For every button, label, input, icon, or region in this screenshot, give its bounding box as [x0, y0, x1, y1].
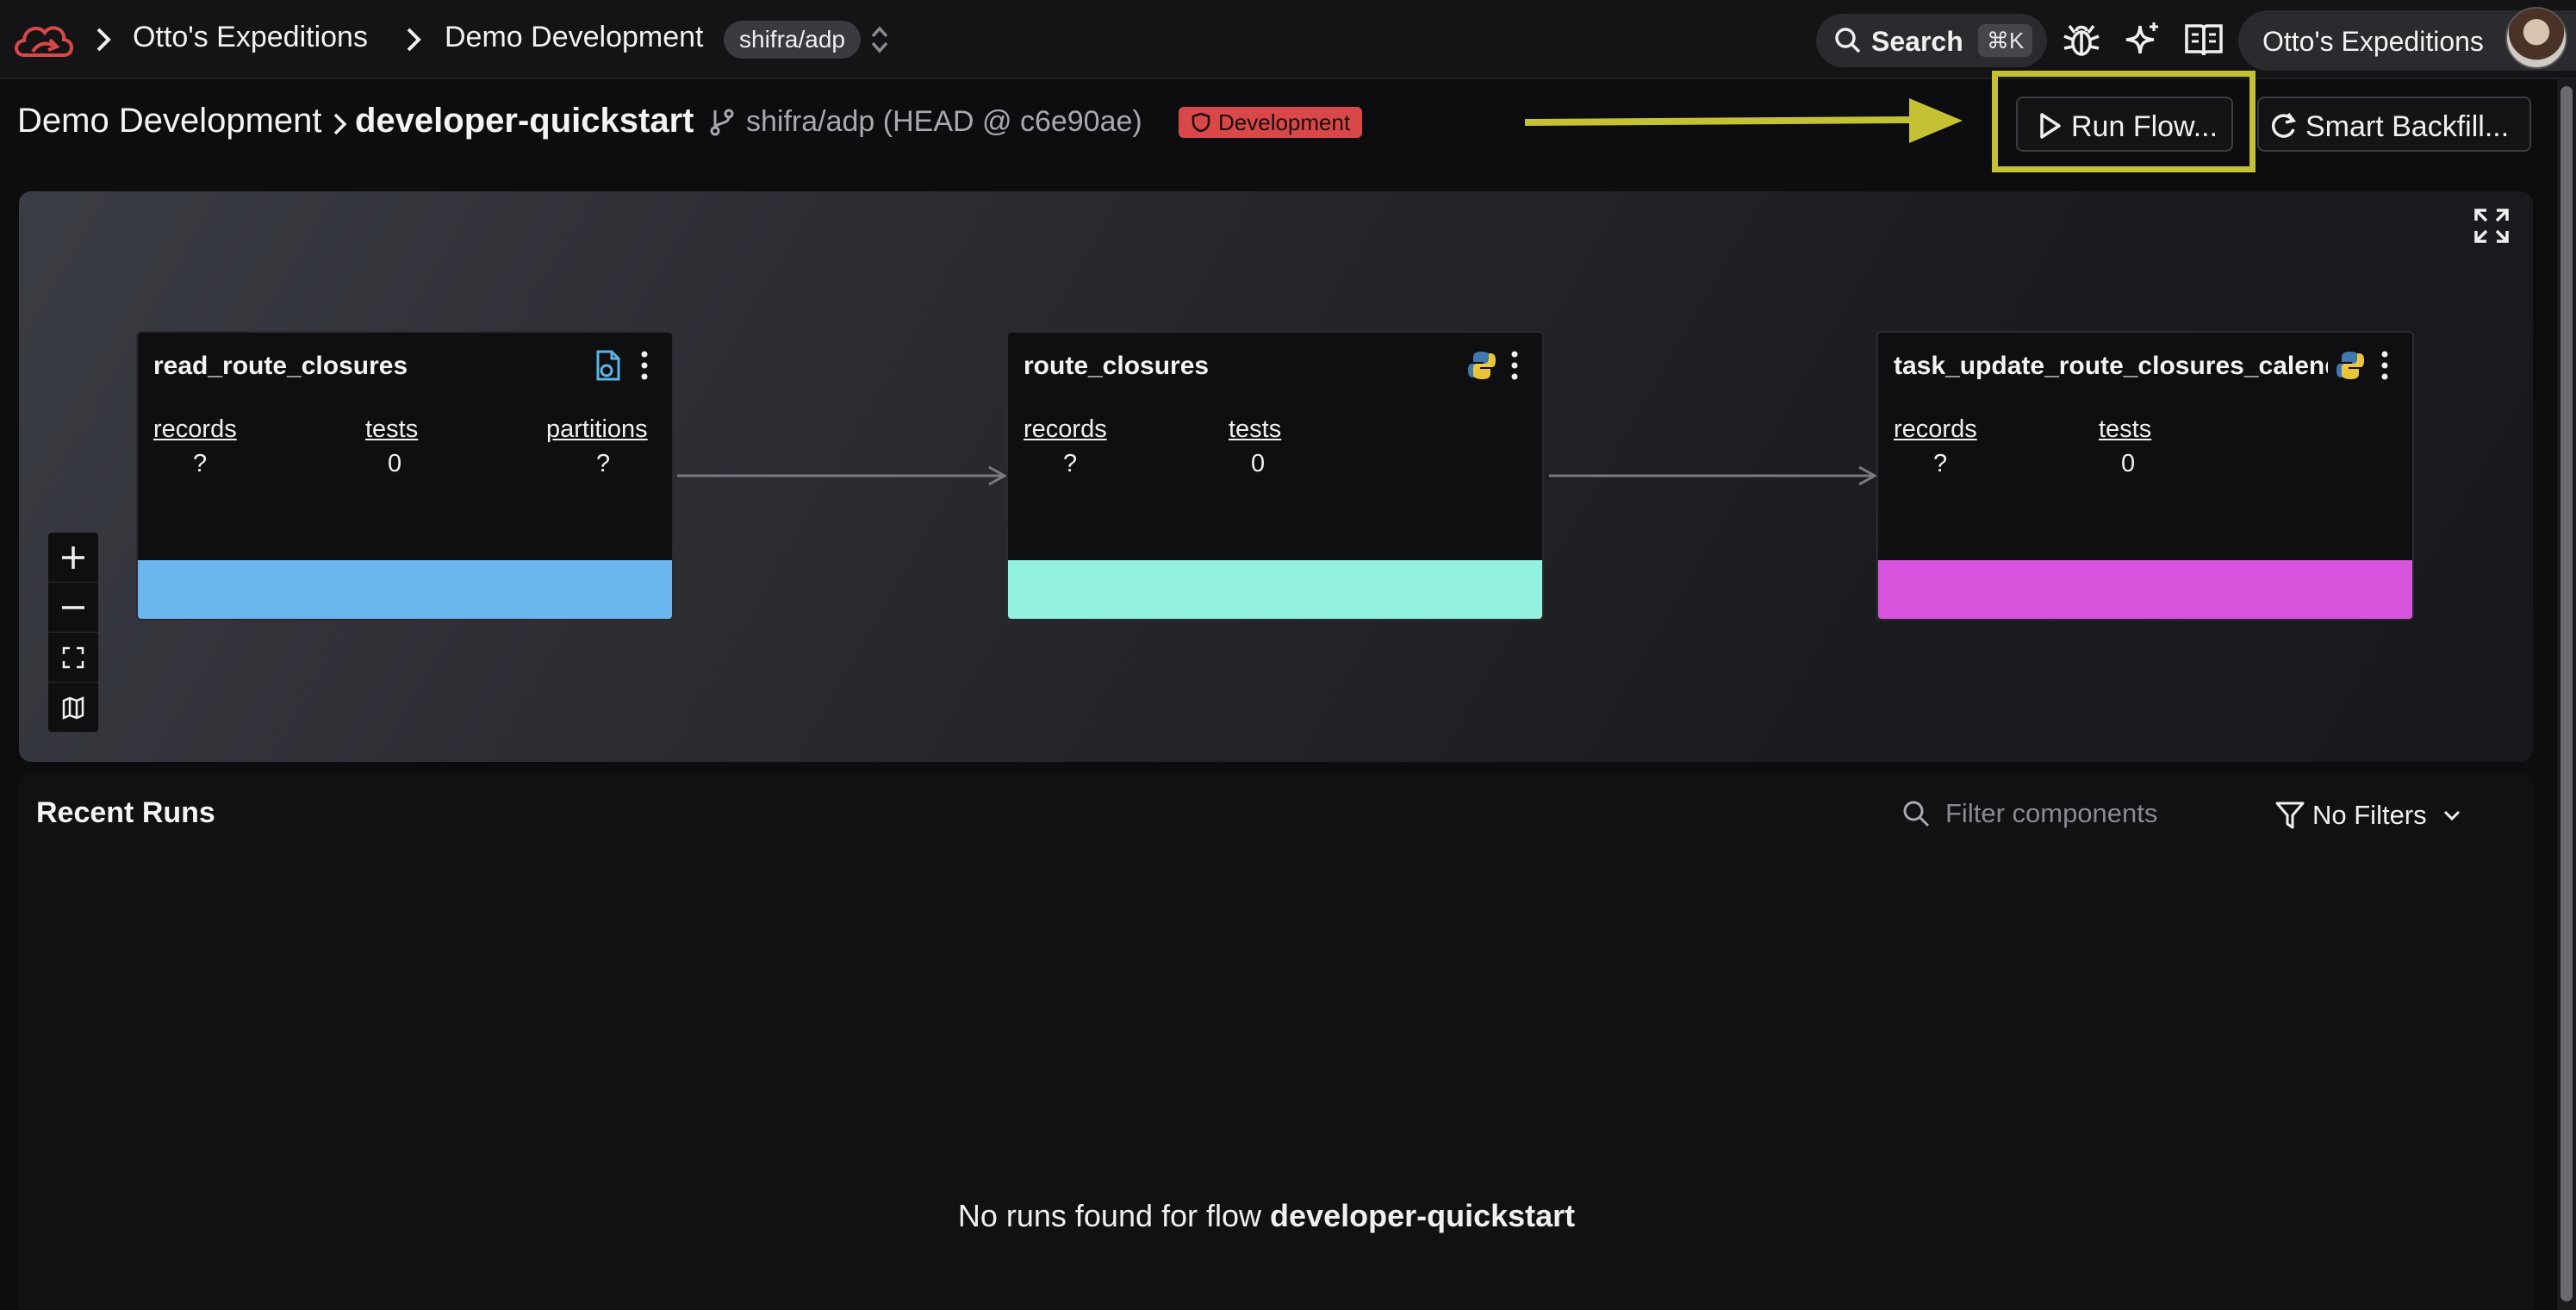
- search-shortcut-badge: ⌘K: [1978, 24, 2033, 57]
- filter-funnel-icon: [2275, 802, 2305, 829]
- stat-label-records[interactable]: records: [1894, 415, 1977, 444]
- python-icon: [2336, 352, 2364, 379]
- chevron-down-icon: [2443, 810, 2461, 821]
- breadcrumb-organization[interactable]: Otto's Expeditions: [133, 21, 368, 54]
- flow-node[interactable]: read_route_closures records ? tests 0 pa…: [136, 331, 674, 621]
- recent-runs-title: Recent Runs: [36, 796, 215, 829]
- empty-runs-flow: developer-quickstart: [1270, 1198, 1576, 1233]
- title-flow-wrap: developer-quickstart: [355, 102, 694, 140]
- stat-value-tests: 0: [388, 450, 402, 477]
- minus-icon: [62, 606, 84, 609]
- more-options-icon[interactable]: [639, 350, 650, 381]
- sparkles-icon[interactable]: [2121, 19, 2162, 60]
- run-flow-label: Run Flow...: [2071, 110, 2218, 143]
- cloud-logo-icon[interactable]: [12, 17, 76, 60]
- zoom-in-button[interactable]: [48, 533, 98, 583]
- organization-name: Otto's Expeditions: [2262, 26, 2484, 57]
- zoom-out-button[interactable]: [48, 583, 98, 633]
- node-title: task_update_route_closures_calendar: [1894, 352, 2328, 380]
- stat-value-records: ?: [193, 450, 208, 477]
- graph-edge-arrow: [1549, 465, 1878, 486]
- stat-value-records: ?: [1063, 450, 1078, 477]
- search-button[interactable]: Search ⌘K: [1816, 14, 2047, 67]
- flow-node[interactable]: route_closures records ? tests 0: [1006, 331, 1544, 621]
- stat-label-tests[interactable]: tests: [1229, 415, 1281, 444]
- git-branch-icon: [710, 109, 734, 136]
- search-icon: [1903, 801, 1930, 827]
- node-status-bar: [1008, 560, 1542, 619]
- chevron-up-down-icon[interactable]: [866, 21, 893, 59]
- chevron-right-icon: [96, 28, 111, 52]
- node-status-bar: [1878, 560, 2412, 619]
- stat-label-tests[interactable]: tests: [365, 415, 418, 444]
- empty-runs-message: No runs found for flow developer-quickst…: [0, 1198, 2533, 1234]
- stat-value-tests: 0: [2121, 450, 2136, 477]
- annotation-arrow: [1525, 98, 1963, 143]
- stat-value-records: ?: [1933, 450, 1948, 477]
- user-avatar[interactable]: [2505, 7, 2567, 69]
- stat-label-records[interactable]: records: [153, 415, 237, 444]
- title-flow: developer-quickstart: [355, 102, 694, 140]
- top-navigation-bar: Otto's Expeditions Demo Development shif…: [0, 0, 2576, 79]
- bug-icon[interactable]: [2061, 19, 2102, 60]
- smart-backfill-label: Smart Backfill...: [2305, 110, 2510, 143]
- docs-book-icon[interactable]: [2183, 19, 2224, 60]
- environment-badge: Development: [1179, 107, 1363, 138]
- stat-value-partitions: ?: [596, 450, 611, 477]
- stat-value-tests: 0: [1251, 450, 1266, 477]
- stat-label-tests[interactable]: tests: [2099, 415, 2151, 444]
- node-title: route_closures: [1024, 352, 1210, 380]
- python-icon: [1468, 352, 1496, 379]
- filters-label: No Filters: [2312, 800, 2427, 830]
- empty-runs-prefix: No runs found for flow: [957, 1198, 1271, 1233]
- search-label: Search: [1871, 26, 1963, 57]
- scrollbar-thumb[interactable]: [2560, 86, 2573, 1301]
- play-icon: [2040, 113, 2061, 139]
- fit-view-button[interactable]: [48, 633, 98, 683]
- environment-label: Development: [1218, 109, 1351, 135]
- expand-icon[interactable]: [2473, 207, 2511, 245]
- chevron-right-icon: [407, 28, 421, 52]
- branch-pill[interactable]: shifra/adp: [724, 21, 861, 59]
- search-icon: [1835, 28, 1861, 53]
- run-flow-button[interactable]: Run Flow...: [2016, 97, 2233, 152]
- refresh-icon: [2271, 112, 2297, 138]
- more-options-icon[interactable]: [2380, 350, 2390, 381]
- breadcrumb-project[interactable]: Demo Development: [445, 21, 703, 54]
- graph-edge-arrow: [677, 465, 1008, 486]
- more-options-icon[interactable]: [1509, 350, 1520, 381]
- stat-label-partitions[interactable]: partitions: [546, 415, 648, 444]
- map-icon: [62, 696, 84, 720]
- flow-node[interactable]: task_update_route_closures_calendar reco…: [1876, 331, 2414, 621]
- filters-dropdown-button[interactable]: No Filters: [2271, 795, 2469, 836]
- smart-backfill-button[interactable]: Smart Backfill...: [2257, 97, 2531, 152]
- fit-view-icon: [62, 646, 84, 669]
- stat-label-records[interactable]: records: [1024, 415, 1107, 444]
- node-title: read_route_closures: [153, 352, 408, 380]
- data-source-icon: [596, 350, 620, 381]
- filter-components-input[interactable]: [1945, 793, 2230, 834]
- page-title: Demo Development: [17, 102, 322, 140]
- node-status-bar: [138, 560, 672, 619]
- minimap-toggle-button[interactable]: [48, 683, 98, 733]
- chevron-right-icon: [333, 113, 347, 135]
- branch-ref-text: shifra/adp (HEAD @ c6e90ae): [746, 105, 1142, 138]
- shield-icon: [1192, 112, 1210, 133]
- title-project[interactable]: Demo Development: [17, 102, 322, 140]
- plus-icon: [62, 546, 84, 569]
